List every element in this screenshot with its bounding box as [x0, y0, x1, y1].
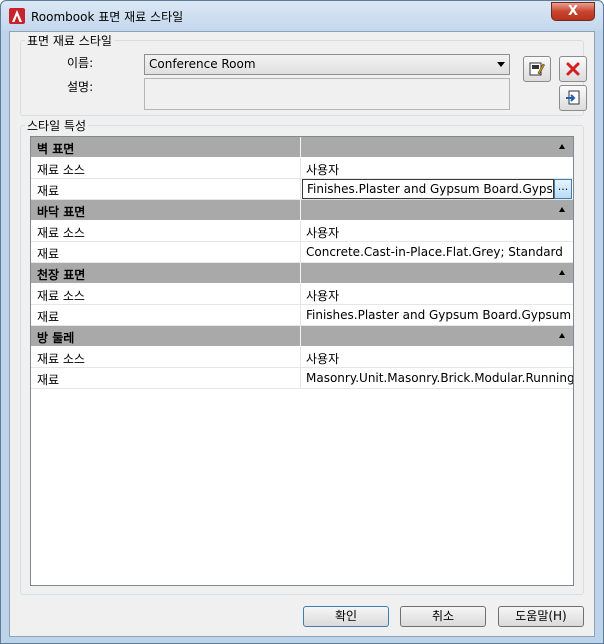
collapse-icon[interactable]: [559, 333, 565, 338]
name-label: 이름:: [67, 56, 94, 70]
category-title: 방 둘레: [31, 326, 301, 346]
property-label: 재료 소스: [31, 158, 301, 178]
material-edit-field[interactable]: Finishes.Plaster and Gypsum Board.Gypsum…: [302, 179, 554, 199]
style-group: 표면 재료 스타일 이름: Conference Room 설명:: [20, 32, 587, 116]
property-label: 재료 소스: [31, 284, 301, 304]
dialog-client-area: 표면 재료 스타일 이름: Conference Room 설명: 스타일 특성…: [9, 31, 595, 637]
property-row[interactable]: 재료 소스 사용자: [31, 347, 573, 368]
property-label: 재료 소스: [31, 347, 301, 367]
property-row[interactable]: 재료 Masonry.Unit.Masonry.Brick.Modular.Ru…: [31, 368, 573, 389]
category-title: 벽 표면: [31, 137, 301, 157]
close-icon: X: [567, 4, 579, 19]
category-wall-surface[interactable]: 벽 표면: [31, 137, 573, 158]
collapse-icon[interactable]: [559, 270, 565, 275]
property-value[interactable]: 사용자: [301, 221, 573, 241]
property-label: 재료: [31, 368, 301, 388]
close-button[interactable]: X: [551, 2, 595, 21]
property-label: 재료: [31, 305, 301, 325]
category-floor-surface[interactable]: 바닥 표면: [31, 200, 573, 221]
property-value[interactable]: 사용자: [301, 158, 573, 178]
delete-icon: [566, 62, 580, 76]
help-button[interactable]: 도움말(H): [498, 606, 584, 627]
browse-material-button[interactable]: ...: [554, 179, 572, 199]
category-ceiling-surface[interactable]: 천장 표면: [31, 263, 573, 284]
property-row-active[interactable]: 재료 Finishes.Plaster and Gypsum Board.Gyp…: [31, 179, 573, 200]
property-grid: 벽 표면 재료 소스 사용자 재료 Finishes.Plaster and G…: [30, 136, 574, 586]
cancel-button[interactable]: 취소: [400, 606, 486, 627]
dialog-window: Roombook 표면 재료 스타일 X 표면 재료 스타일 이름: Confe…: [0, 0, 604, 644]
property-value[interactable]: Concrete.Cast-in-Place.Flat.Grey; Standa…: [301, 242, 573, 262]
category-title: 바닥 표면: [31, 200, 301, 220]
property-label: 재료: [31, 242, 301, 262]
category-room-perimeter[interactable]: 방 둘레: [31, 326, 573, 347]
property-row[interactable]: 재료 Concrete.Cast-in-Place.Flat.Grey; Sta…: [31, 242, 573, 263]
property-row[interactable]: 재료 소스 사용자: [31, 221, 573, 242]
import-style-button[interactable]: [559, 85, 587, 111]
dialog-title: Roombook 표면 재료 스타일: [31, 10, 184, 24]
description-label: 설명:: [67, 80, 94, 94]
delete-style-button[interactable]: [559, 56, 587, 82]
property-label: 재료: [31, 179, 301, 199]
properties-group-legend: 스타일 특성: [25, 117, 89, 134]
property-row[interactable]: 재료 Finishes.Plaster and Gypsum Board.Gyp…: [31, 305, 573, 326]
property-row[interactable]: 재료 소스 사용자: [31, 158, 573, 179]
property-value[interactable]: Finishes.Plaster and Gypsum Board.Gypsum…: [301, 305, 573, 325]
app-logo-icon: [9, 8, 25, 24]
style-name-dropdown[interactable]: Conference Room: [144, 54, 510, 75]
category-title: 천장 표면: [31, 263, 301, 283]
property-row[interactable]: 재료 소스 사용자: [31, 284, 573, 305]
property-value[interactable]: Masonry.Unit.Masonry.Brick.Modular.Runni…: [301, 368, 573, 388]
ok-button[interactable]: 확인: [303, 606, 389, 627]
collapse-icon[interactable]: [559, 144, 565, 149]
property-label: 재료 소스: [31, 221, 301, 241]
edit-style-button[interactable]: [523, 56, 551, 82]
description-field[interactable]: [144, 78, 510, 110]
style-name-value: Conference Room: [149, 57, 256, 71]
import-style-icon: [566, 90, 580, 105]
property-value[interactable]: 사용자: [301, 284, 573, 304]
collapse-icon[interactable]: [559, 207, 565, 212]
chevron-down-icon: [497, 62, 505, 67]
style-group-legend: 표면 재료 스타일: [25, 32, 114, 49]
title-bar[interactable]: Roombook 표면 재료 스타일 X: [1, 1, 603, 31]
property-value[interactable]: 사용자: [301, 347, 573, 367]
edit-style-icon: [529, 62, 545, 76]
